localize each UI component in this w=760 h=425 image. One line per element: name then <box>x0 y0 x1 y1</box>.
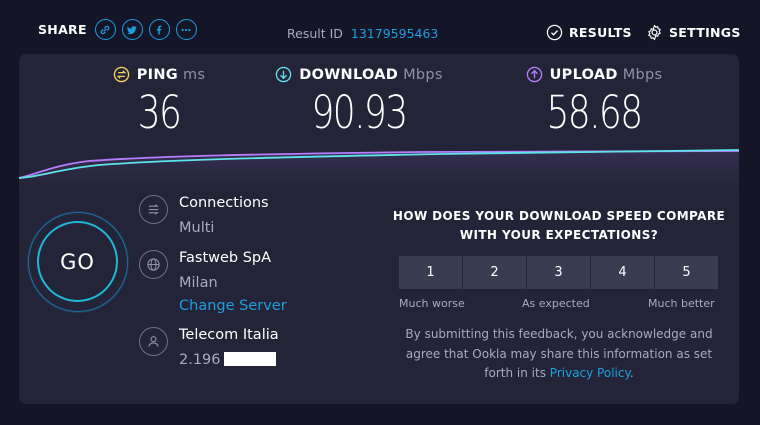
upload-icon <box>526 66 542 83</box>
server-info: Fastweb SpA Milan Change Server <box>139 249 287 315</box>
ping-value: 36 <box>137 86 182 139</box>
feedback-disclaimer: By submitting this feedback, you acknowl… <box>399 325 719 384</box>
download-value: 90.93 <box>311 86 408 139</box>
download-icon <box>276 66 292 83</box>
connections-value: Multi <box>179 220 215 236</box>
upload-unit: Mbps <box>622 66 663 83</box>
server-city: Milan <box>179 275 218 291</box>
rating-scale: 1 2 3 4 5 <box>399 256 719 289</box>
upload-label: UPLOAD <box>549 66 618 83</box>
rating-1-button[interactable]: 1 <box>399 256 462 289</box>
ping-label: PING <box>136 66 178 83</box>
upload-value: 58.68 <box>546 86 643 139</box>
scale-high-label: Much better <box>648 297 715 310</box>
result-id-label: Result ID <box>287 26 343 41</box>
isp-info: Telecom Italia 2.196 <box>139 326 279 369</box>
download-metric: DOWNLOAD Mbps 90.93 <box>269 66 449 135</box>
rating-2-button[interactable]: 2 <box>463 256 526 289</box>
ping-icon <box>113 66 129 83</box>
download-label: DOWNLOAD <box>299 66 399 83</box>
scale-low-label: Much worse <box>399 297 465 310</box>
connections-info: Connections Multi <box>139 194 269 237</box>
isp-name: Telecom Italia <box>179 327 279 343</box>
share-label: SHARE <box>38 22 87 37</box>
top-bar: SHARE Result ID 13179595463 RESULTS SETT… <box>0 0 760 56</box>
scale-mid-label: As expected <box>522 297 590 310</box>
redacted-ip <box>223 352 276 366</box>
upload-metric: UPLOAD Mbps 58.68 <box>509 66 679 135</box>
result-id: Result ID 13179595463 <box>287 26 438 41</box>
rating-5-button[interactable]: 5 <box>655 256 718 289</box>
results-button[interactable]: RESULTS <box>546 24 632 41</box>
rating-3-button[interactable]: 3 <box>527 256 590 289</box>
graph-fill <box>19 151 739 189</box>
user-icon <box>139 327 168 356</box>
feedback-question: HOW DOES YOUR DOWNLOAD SPEED COMPARE WIT… <box>392 209 726 242</box>
ip-address: 2.196 <box>179 351 279 369</box>
facebook-icon[interactable] <box>148 19 170 40</box>
result-panel: PING ms 36 DOWNLOAD Mbps 90.93 UPLOAD Mb… <box>19 54 739 404</box>
go-button[interactable]: GO <box>28 212 128 312</box>
connections-label: Connections <box>179 195 269 211</box>
globe-icon <box>139 250 168 279</box>
speed-graph <box>19 149 739 189</box>
gear-icon <box>648 24 661 41</box>
rating-4-button[interactable]: 4 <box>591 256 654 289</box>
ip-prefix: 2.196 <box>179 352 221 368</box>
more-icon[interactable] <box>175 19 197 40</box>
check-circle-icon <box>546 24 563 41</box>
download-unit: Mbps <box>403 66 443 83</box>
results-label: RESULTS <box>569 25 632 40</box>
privacy-policy-link[interactable]: Privacy Policy <box>550 366 630 380</box>
link-icon[interactable] <box>94 19 116 40</box>
ping-unit: ms <box>182 66 206 83</box>
result-id-value[interactable]: 13179595463 <box>351 26 438 41</box>
disclaimer-end: . <box>629 366 634 380</box>
go-label: GO <box>37 221 118 302</box>
twitter-icon[interactable] <box>121 19 143 40</box>
change-server-link[interactable]: Change Server <box>179 297 287 315</box>
server-host: Fastweb SpA <box>179 250 272 266</box>
connections-icon <box>139 195 168 224</box>
settings-label: SETTINGS <box>669 25 741 40</box>
settings-button[interactable]: SETTINGS <box>646 24 741 41</box>
share-bar: SHARE <box>38 19 203 40</box>
ping-metric: PING ms 36 <box>99 66 219 135</box>
